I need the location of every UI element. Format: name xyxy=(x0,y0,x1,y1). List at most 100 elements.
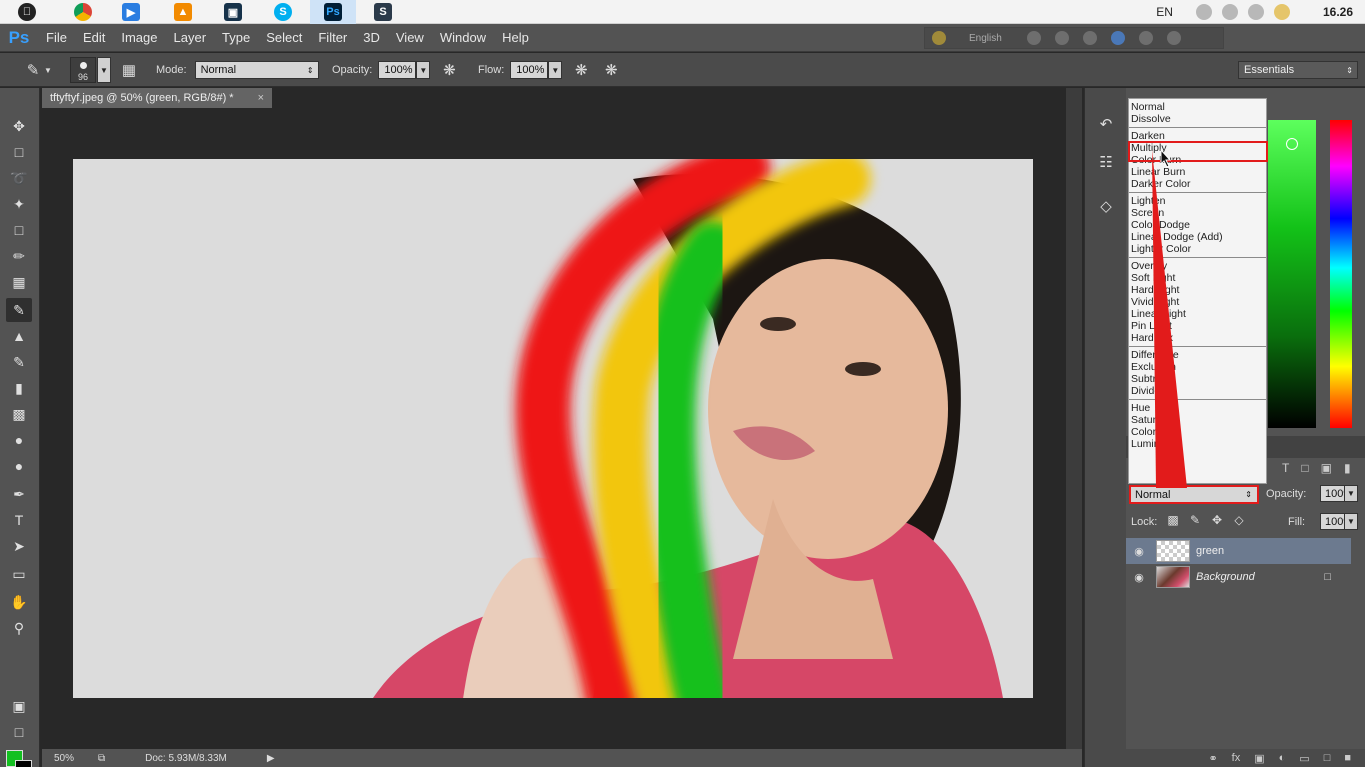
menu-3d[interactable]: 3D xyxy=(355,30,388,45)
lock-paint-icon[interactable]: ✎ xyxy=(1184,513,1206,527)
blend-option[interactable]: Screen xyxy=(1129,207,1266,219)
airbrush-icon[interactable]: ❋ xyxy=(570,59,592,81)
brush-panel-icon[interactable]: ▦ xyxy=(118,59,140,81)
adjustment-icon[interactable]: ◐ xyxy=(1279,752,1286,764)
wifi-icon[interactable] xyxy=(1221,4,1238,20)
document-tab[interactable]: tftyftyf.jpeg @ 50% (green, RGB/8#) * × xyxy=(42,88,272,108)
blend-option[interactable]: Exclusion xyxy=(1129,361,1266,373)
mode-select[interactable]: Normal ⇕ xyxy=(194,61,319,79)
chevron-down-icon[interactable]: ▼ xyxy=(97,57,111,83)
screen-mode-icon[interactable]: □ xyxy=(6,720,32,744)
lock-position-icon[interactable]: ✥ xyxy=(1206,513,1228,527)
opacity-input[interactable]: 100% xyxy=(378,61,417,79)
move-icon[interactable]: ✥ xyxy=(6,114,32,138)
paths-icon[interactable]: ◇ xyxy=(1093,194,1119,218)
properties-icon[interactable]: ☷ xyxy=(1093,150,1119,174)
group-icon[interactable]: ▭ xyxy=(1299,752,1309,765)
blend-option[interactable]: Saturation xyxy=(1129,414,1266,426)
layer-row-green[interactable]: ◉ green xyxy=(1126,538,1351,564)
menu-window[interactable]: Window xyxy=(432,30,494,45)
flow-input[interactable]: 100% xyxy=(510,61,549,79)
gradient-icon[interactable]: ▩ xyxy=(6,402,32,426)
menu-edit[interactable]: Edit xyxy=(75,30,113,45)
brush-preset-icon[interactable]: ✎ xyxy=(22,59,44,81)
blend-option[interactable]: Lighten xyxy=(1129,195,1266,207)
blur-icon[interactable]: ● xyxy=(6,428,32,452)
clock[interactable]: 16.26 xyxy=(1323,5,1353,19)
info-icon[interactable] xyxy=(1166,31,1181,45)
blend-option[interactable]: Dissolve xyxy=(1129,113,1266,125)
language-indicator[interactable]: EN xyxy=(1156,5,1173,19)
layer-row-background[interactable]: ◉ Background □ xyxy=(1126,564,1351,590)
quick-mask-icon[interactable]: ▣ xyxy=(6,694,32,718)
blend-option[interactable]: Divide xyxy=(1129,385,1266,397)
mask-icon[interactable]: ▣ xyxy=(1254,752,1264,765)
color-picker[interactable] xyxy=(1268,120,1352,430)
fx-icon[interactable]: fx xyxy=(1232,752,1241,764)
blend-option[interactable]: Normal xyxy=(1129,101,1266,113)
export-icon[interactable]: ⧉ xyxy=(98,753,105,764)
blend-option[interactable]: Pin Light xyxy=(1129,320,1266,332)
blend-option[interactable]: Hard Mix xyxy=(1129,332,1266,344)
background-color-swatch[interactable] xyxy=(15,760,32,767)
blend-option[interactable]: Vivid Light xyxy=(1129,296,1266,308)
help-icon[interactable] xyxy=(1138,31,1153,45)
filter-toggle-icon[interactable]: ▮ xyxy=(1344,461,1351,475)
network-icon[interactable] xyxy=(1195,4,1212,20)
hand-icon[interactable]: ✋ xyxy=(6,590,32,614)
history-brush-icon[interactable]: ✎ xyxy=(6,350,32,374)
history-icon[interactable]: ↶ xyxy=(1093,112,1119,136)
tool-icon[interactable] xyxy=(1026,31,1041,45)
photoshop-taskbar-icon[interactable]: Ps xyxy=(310,0,356,24)
chevron-down-icon[interactable]: ▼ xyxy=(1344,513,1358,530)
blend-option[interactable]: Difference xyxy=(1129,349,1266,361)
vertical-scrollbar[interactable] xyxy=(1066,88,1082,749)
player-icon[interactable]: ▶ xyxy=(108,0,154,24)
menu-select[interactable]: Select xyxy=(258,30,310,45)
trash-icon[interactable]: ■ xyxy=(1344,752,1351,764)
type-icon[interactable]: T xyxy=(6,508,32,532)
brush-size-preview[interactable]: 96 xyxy=(70,57,96,83)
stamp-icon[interactable]: ▲ xyxy=(6,324,32,348)
blend-option[interactable]: Darker Color xyxy=(1129,178,1266,190)
smart-filter-icon[interactable]: ▣ xyxy=(1321,461,1332,475)
lock-transparent-icon[interactable]: ▩ xyxy=(1162,513,1184,527)
menu-filter[interactable]: Filter xyxy=(310,30,355,45)
menu-layer[interactable]: Layer xyxy=(166,30,215,45)
blend-option[interactable]: Hue xyxy=(1129,402,1266,414)
shape-filter-icon[interactable]: □ xyxy=(1301,461,1308,475)
pressure-opacity-icon[interactable]: ❋ xyxy=(438,59,460,81)
hue-slider[interactable] xyxy=(1330,120,1352,428)
workspace-select[interactable]: Essentials ⇕ xyxy=(1238,61,1358,79)
blend-option[interactable]: Subtract xyxy=(1129,373,1266,385)
status-arrow-icon[interactable]: ▶ xyxy=(267,753,275,764)
color-field[interactable] xyxy=(1268,120,1316,428)
tool-icon[interactable] xyxy=(1054,31,1069,45)
shape-icon[interactable]: ▭ xyxy=(6,562,32,586)
skype-icon[interactable]: S xyxy=(260,0,306,24)
image-canvas[interactable] xyxy=(73,159,1033,698)
link-icon[interactable]: ⚭ xyxy=(1208,752,1217,765)
chevron-down-icon[interactable]: ▼ xyxy=(548,61,563,79)
chevron-down-icon[interactable]: ▼ xyxy=(1344,485,1358,502)
lock-all-icon[interactable]: ◇ xyxy=(1228,513,1250,527)
path-select-icon[interactable]: ➤ xyxy=(6,534,32,558)
lasso-icon[interactable]: ➰ xyxy=(6,166,32,190)
vlc-icon[interactable]: ▲ xyxy=(160,0,206,24)
blend-option[interactable]: Linear Burn xyxy=(1129,166,1266,178)
type-filter-icon[interactable]: T xyxy=(1282,461,1289,475)
blend-option[interactable]: Soft Light xyxy=(1129,272,1266,284)
settings-icon[interactable] xyxy=(1082,31,1097,45)
blend-option[interactable]: Color xyxy=(1129,426,1266,438)
menu-help[interactable]: Help xyxy=(494,30,537,45)
user-icon[interactable] xyxy=(1273,4,1290,20)
blend-option[interactable]: Color Dodge xyxy=(1129,219,1266,231)
menu-image[interactable]: Image xyxy=(113,30,165,45)
eraser-icon[interactable]: ▮ xyxy=(6,376,32,400)
sublime-icon[interactable]: S xyxy=(360,0,406,24)
chevron-down-icon[interactable]: ▼ xyxy=(44,66,52,75)
new-layer-icon[interactable]: □ xyxy=(1324,752,1331,764)
blend-option[interactable]: Luminosity xyxy=(1129,438,1266,450)
crop-icon[interactable]: □ xyxy=(6,218,32,242)
chevron-down-icon[interactable]: ▼ xyxy=(416,61,431,79)
